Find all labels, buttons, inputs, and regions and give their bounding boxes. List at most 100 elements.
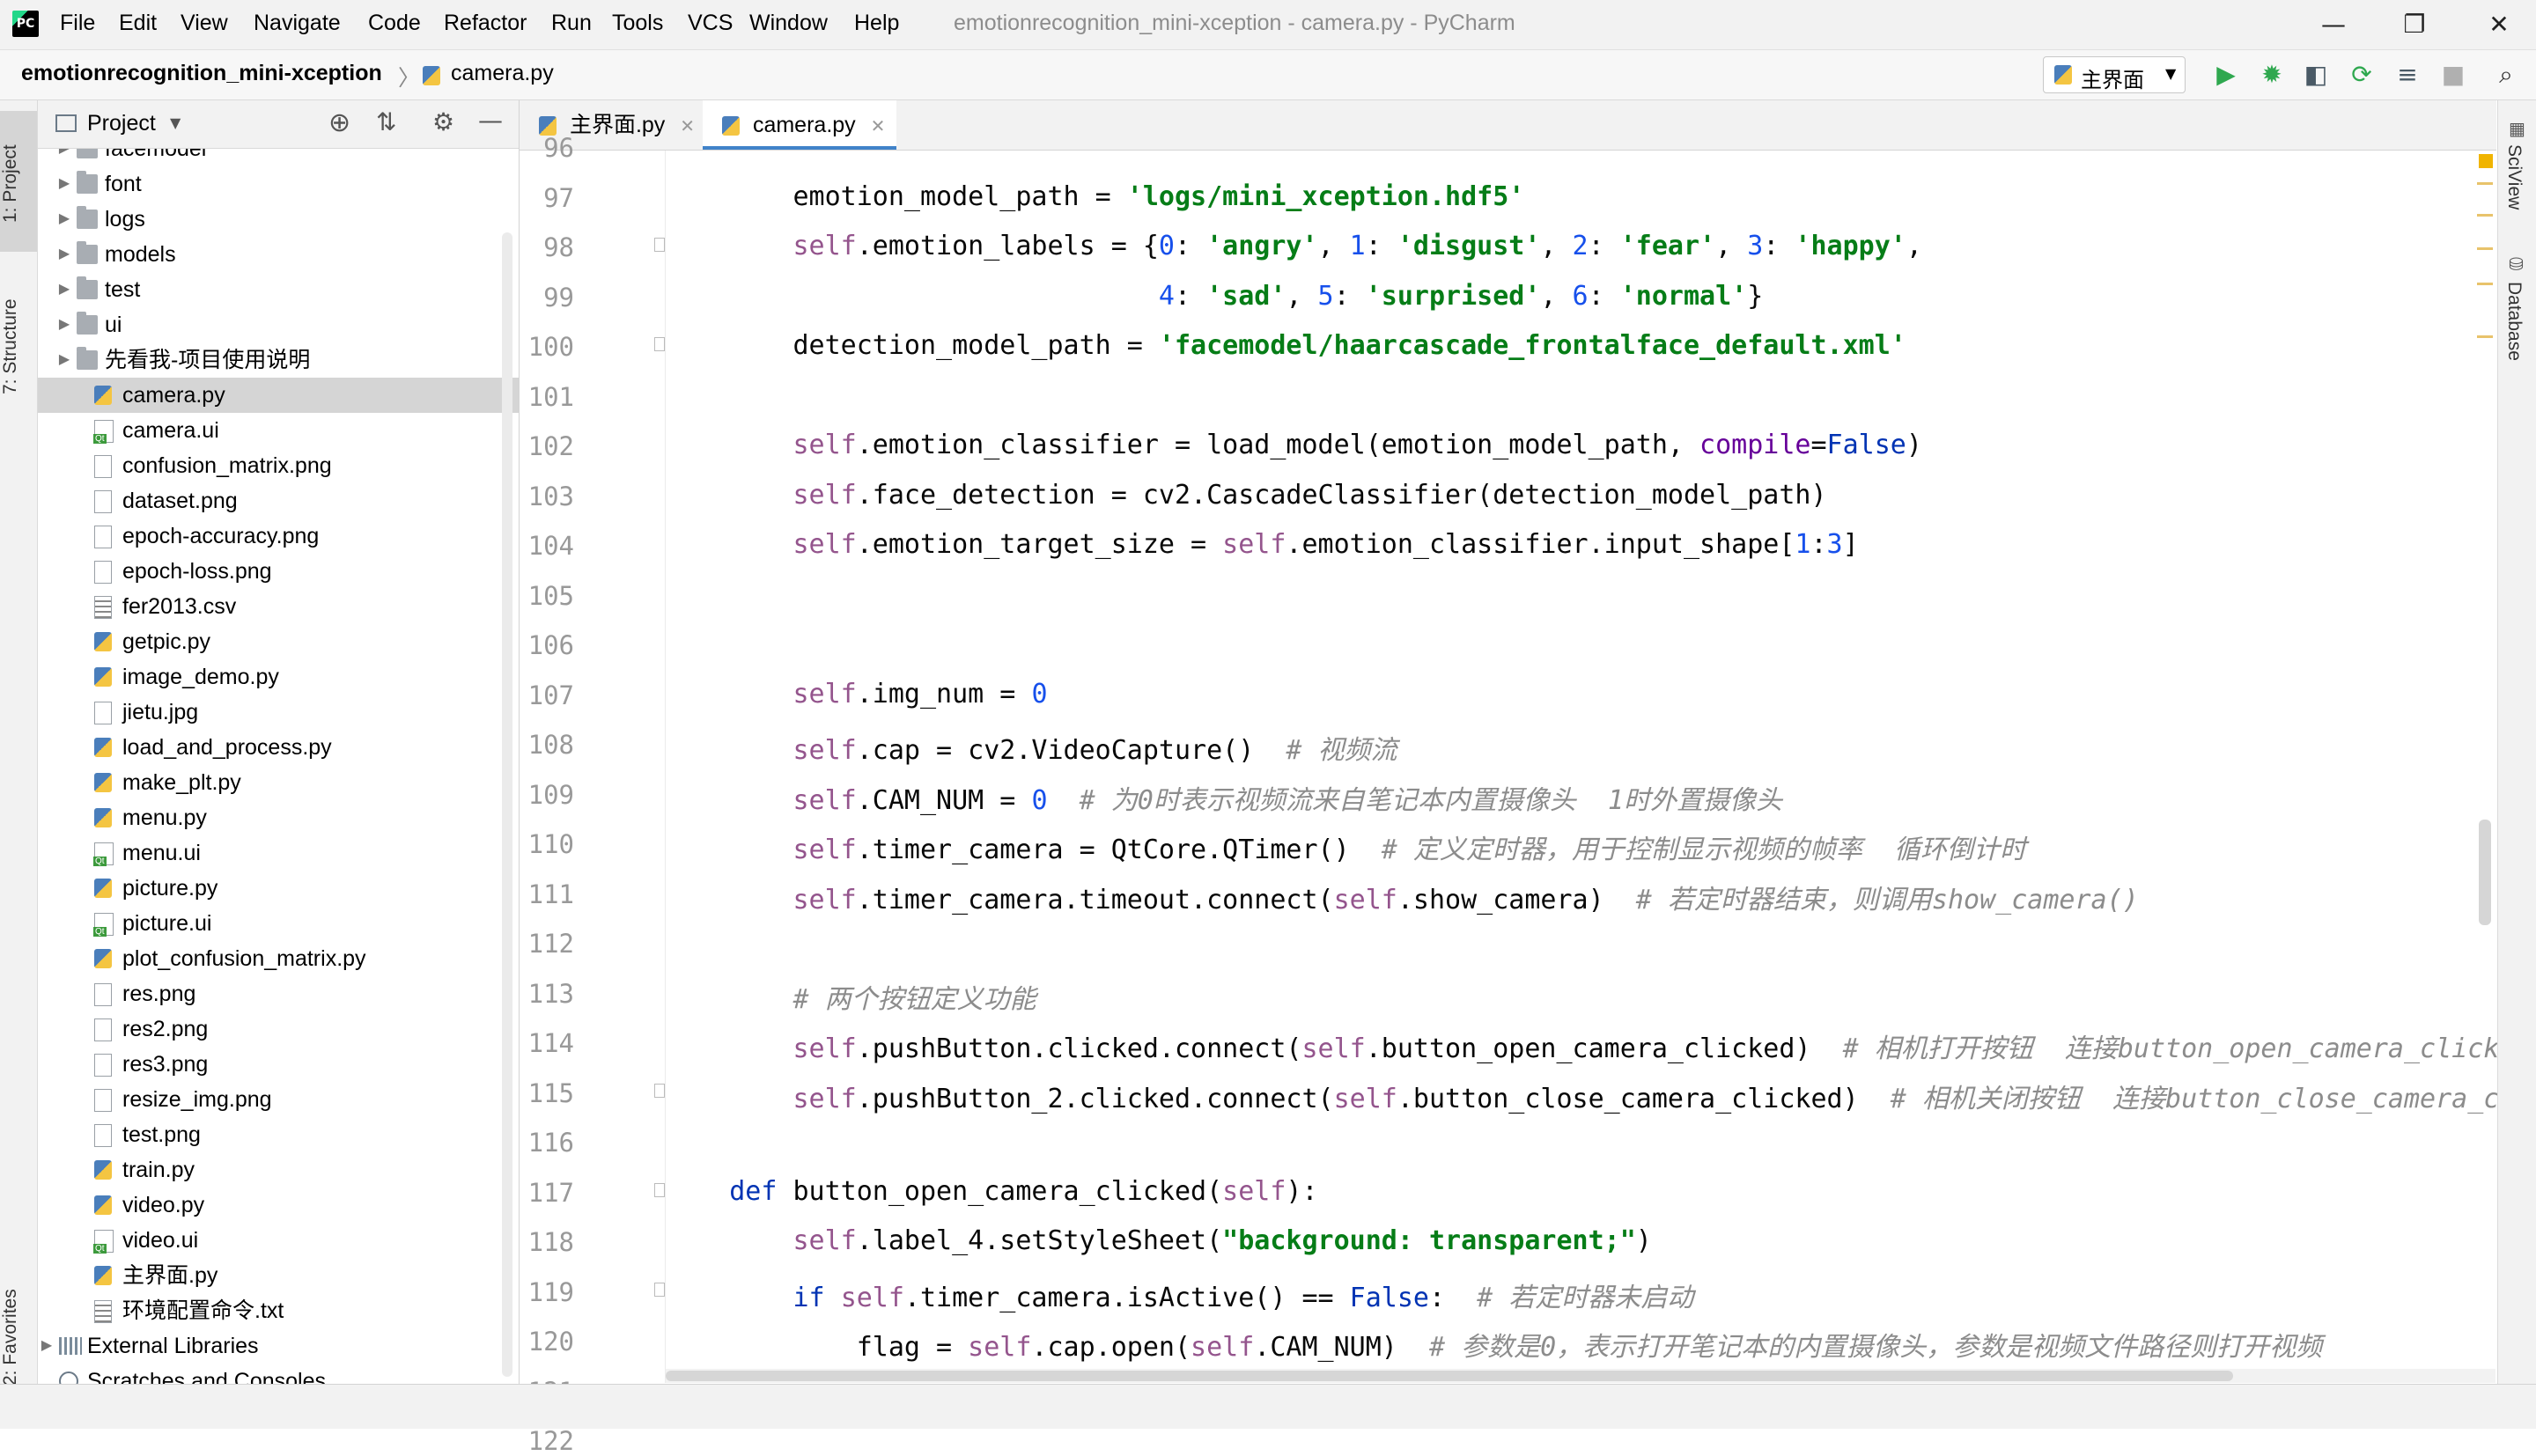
code-line[interactable]: # 两个按钮定义功能 <box>666 977 1036 1016</box>
menu-tools[interactable]: Tools <box>612 11 663 36</box>
minimize-button[interactable]: — <box>2307 5 2360 44</box>
tree-item[interactable]: test.png <box>38 1117 519 1152</box>
tree-item[interactable]: resize_img.png <box>38 1082 519 1117</box>
breadcrumb-project[interactable]: emotionrecognition_mini-xception <box>21 61 382 86</box>
code-line[interactable]: self.emotion_labels = {0: 'angry', 1: 'd… <box>666 231 1922 261</box>
concurrency-icon[interactable]: ≡ <box>2392 59 2423 91</box>
warning-marker[interactable] <box>2477 214 2493 217</box>
tree-item[interactable]: video.py <box>38 1188 519 1223</box>
tree-item[interactable]: camera.py <box>38 378 519 413</box>
horizontal-scrollbar[interactable] <box>666 1369 2495 1383</box>
expand-arrow-icon[interactable]: ▶ <box>55 166 73 202</box>
code-line[interactable]: self.timer_camera = QtCore.QTimer() # 定义… <box>666 827 2027 866</box>
code-line[interactable]: self.emotion_target_size = self.emotion_… <box>666 529 1859 560</box>
tree-item[interactable]: make_plt.py <box>38 765 519 800</box>
tab-project[interactable]: 1: Project <box>0 118 37 250</box>
code-line[interactable]: self.img_num = 0 <box>666 679 1048 710</box>
warning-marker[interactable] <box>2477 335 2493 338</box>
horizontal-scroll-thumb[interactable] <box>666 1371 2233 1381</box>
tree-item[interactable]: ▶ models <box>38 237 519 272</box>
tree-item[interactable]: res.png <box>38 976 519 1011</box>
run-configuration-select[interactable]: 主界面 ▼ <box>2043 56 2186 93</box>
code-line[interactable]: self.cap = cv2.VideoCapture() # 视频流 <box>666 728 1397 767</box>
hide-icon[interactable]: — <box>478 106 503 135</box>
fold-marker-icon[interactable] <box>654 1282 665 1297</box>
menu-file[interactable]: File <box>60 11 95 36</box>
code-line[interactable]: self.label_4.setStyleSheet("background: … <box>666 1225 1652 1256</box>
fold-marker-icon[interactable] <box>654 1182 665 1197</box>
code-line[interactable]: emotion_model_path = 'logs/mini_xception… <box>666 181 1524 212</box>
tree-item[interactable]: menu.py <box>38 800 519 835</box>
tab-sciview[interactable]: SciView <box>2503 144 2525 210</box>
gear-icon[interactable]: ⚙ <box>432 107 454 136</box>
fold-marker-icon[interactable] <box>654 238 665 252</box>
tree-item[interactable]: image_demo.py <box>38 659 519 695</box>
menu-help[interactable]: Help <box>854 11 899 36</box>
close-icon[interactable]: ✕ <box>871 117 886 136</box>
code-line[interactable]: self.pushButton.clicked.connect(self.but… <box>666 1026 2498 1065</box>
tree-item[interactable]: ▶ External Libraries <box>38 1328 519 1364</box>
project-scrollbar[interactable] <box>502 232 512 1377</box>
fold-marker-icon[interactable] <box>654 337 665 351</box>
expand-arrow-icon[interactable]: ▶ <box>55 202 73 237</box>
tree-item[interactable]: picture.py <box>38 871 519 906</box>
code-line[interactable]: if self.timer_camera.isActive() == False… <box>666 1276 1694 1314</box>
tree-item[interactable]: plot_confusion_matrix.py <box>38 941 519 976</box>
expand-arrow-icon[interactable]: ▶ <box>55 307 73 342</box>
tree-item[interactable]: dataset.png <box>38 483 519 518</box>
close-button[interactable]: ✕ <box>2473 5 2525 44</box>
code-line[interactable]: detection_model_path = 'facemodel/haarca… <box>666 330 1906 361</box>
menu-vcs[interactable]: VCS <box>688 11 733 36</box>
tree-item[interactable]: epoch-accuracy.png <box>38 518 519 554</box>
expand-arrow-icon[interactable]: ▶ <box>55 342 73 378</box>
collapse-all-icon[interactable]: ⇅ <box>376 107 396 136</box>
restore-button[interactable]: ❐ <box>2388 5 2441 44</box>
warning-marker[interactable] <box>2477 247 2493 250</box>
code-line[interactable]: self.timer_camera.timeout.connect(self.s… <box>666 878 2139 916</box>
expand-arrow-icon[interactable]: ▶ <box>55 272 73 307</box>
tree-item[interactable]: res2.png <box>38 1011 519 1047</box>
menu-edit[interactable]: Edit <box>119 11 157 36</box>
warning-marker[interactable] <box>2477 182 2493 185</box>
locate-icon[interactable]: ⊕ <box>328 107 350 138</box>
tree-item[interactable]: video.ui <box>38 1223 519 1258</box>
tree-item[interactable]: res3.png <box>38 1047 519 1082</box>
tree-item[interactable]: ▶ logs <box>38 202 519 237</box>
warning-marker[interactable] <box>2477 283 2493 285</box>
coverage-icon[interactable]: ◧ <box>2300 59 2332 91</box>
search-icon[interactable]: ⌕ <box>2490 59 2522 91</box>
stop-icon[interactable]: ■ <box>2437 59 2469 91</box>
code-line[interactable]: 4: 'sad', 5: 'surprised', 6: 'normal'} <box>666 281 1763 312</box>
menu-view[interactable]: View <box>181 11 228 36</box>
code-line[interactable]: self.CAM_NUM = 0 # 为0时表示视频流来自笔记本内置摄像头 1时… <box>666 778 1783 817</box>
tree-item[interactable]: ▶ ui <box>38 307 519 342</box>
tree-item[interactable]: menu.ui <box>38 835 519 871</box>
menu-window[interactable]: Window <box>749 11 828 36</box>
close-icon[interactable]: ✕ <box>680 117 695 136</box>
tree-item[interactable]: ▶ font <box>38 166 519 202</box>
code-line[interactable]: self.face_detection = cv2.CascadeClassif… <box>666 480 1827 511</box>
menu-navigate[interactable]: Navigate <box>254 11 341 36</box>
tab-database[interactable]: Database <box>2503 282 2525 361</box>
chevron-down-icon[interactable]: ▼ <box>170 114 181 131</box>
tree-item[interactable]: 主界面.py <box>38 1258 519 1293</box>
tree-item[interactable]: jietu.jpg <box>38 695 519 730</box>
code-line[interactable]: def button_open_camera_clicked(self): <box>666 1176 1317 1207</box>
tree-item[interactable]: epoch-loss.png <box>38 554 519 589</box>
code-line[interactable]: self.emotion_classifier = load_model(emo… <box>666 430 1922 460</box>
tree-item[interactable]: picture.ui <box>38 906 519 941</box>
tree-item[interactable]: ▶ test <box>38 272 519 307</box>
debug-icon[interactable]: ✹ <box>2256 59 2288 91</box>
run-icon[interactable]: ▶ <box>2210 59 2242 91</box>
tab-camera-py[interactable]: camera.py ✕ <box>703 100 896 150</box>
code-line[interactable]: self.pushButton_2.clicked.connect(self.b… <box>666 1077 2498 1115</box>
tree-item[interactable]: load_and_process.py <box>38 730 519 765</box>
expand-arrow-icon[interactable]: ▶ <box>55 237 73 272</box>
menu-code[interactable]: Code <box>368 11 421 36</box>
fold-marker-icon[interactable] <box>654 1083 665 1098</box>
tree-item[interactable]: ▶ facemodel <box>38 149 519 166</box>
profile-icon[interactable]: ⟳ <box>2346 59 2378 91</box>
tree-item[interactable]: getpic.py <box>38 624 519 659</box>
breadcrumb-file[interactable]: camera.py <box>451 61 554 86</box>
editor-scroll-thumb[interactable] <box>2479 820 2491 925</box>
